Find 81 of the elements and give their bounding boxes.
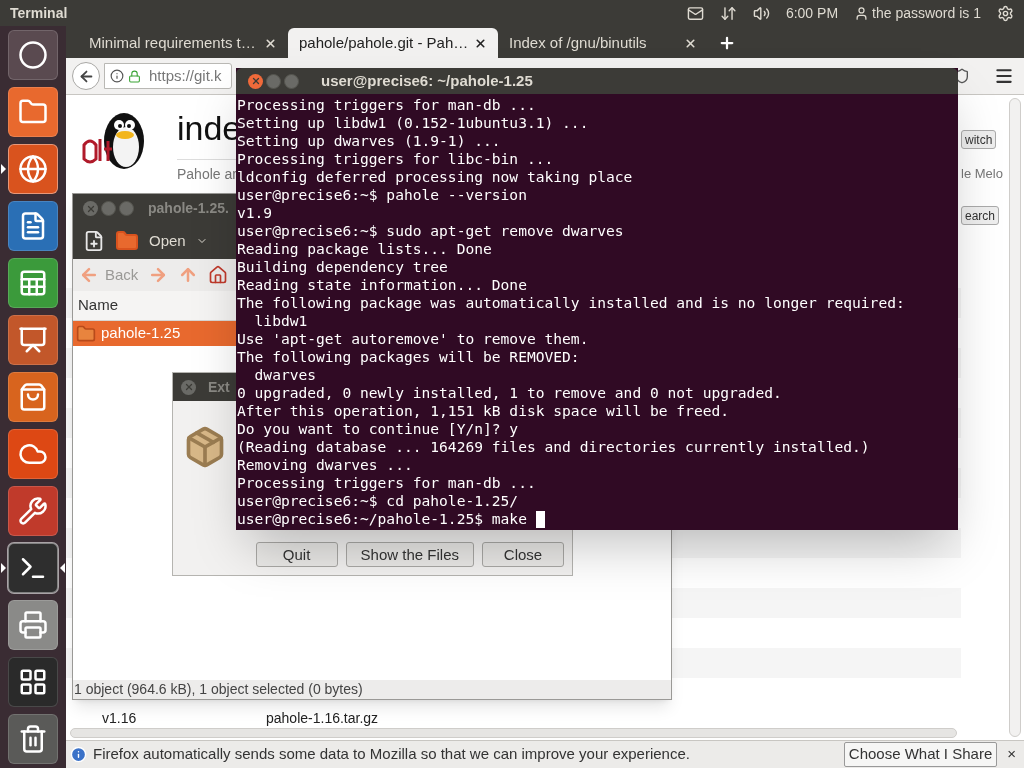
window-title: pahole-1.25.: [148, 199, 229, 218]
terminal-line: dwarves: [253, 366, 317, 384]
terminal-line: The following package was automatically installed and is no longer required:: [237, 294, 905, 312]
info-icon[interactable]: [110, 69, 124, 83]
dialog-button[interactable]: Show the Files: [345, 542, 474, 567]
mail-icon[interactable]: [686, 4, 704, 22]
workspaces-icon[interactable]: [8, 657, 58, 707]
terminal-icon[interactable]: [8, 543, 58, 593]
window-title: user@precise6: ~/pahole-1.25: [321, 70, 533, 91]
close-icon: [250, 76, 261, 86]
browser-tab[interactable]: pahole/pahole.git - Pah…: [288, 28, 498, 58]
circle-logo-icon[interactable]: [8, 30, 58, 80]
presentation-icon[interactable]: [8, 315, 58, 365]
terminal-line: The following packages will be REMOVED:: [237, 348, 580, 366]
close-icon: [85, 203, 96, 214]
volume-icon[interactable]: [752, 4, 770, 22]
user-icon: [854, 5, 870, 21]
dialog-button[interactable]: Quit: [255, 542, 338, 567]
terminal-line: Processing triggers for man-db ...: [237, 474, 536, 492]
terminal-line: Reading state information... Done: [237, 276, 527, 294]
terminal-line: (Reading database ... 164269 files and directories currently installed.): [237, 438, 870, 456]
terminal-line: user@precise6:~$ pahole --version: [237, 186, 527, 204]
close-button[interactable]: ×: [1003, 743, 1020, 766]
window-title: Ext: [208, 377, 230, 397]
search-button[interactable]: earch: [961, 205, 1000, 225]
table-cell-text: v1.16: [102, 708, 138, 728]
folder-icon[interactable]: [8, 87, 58, 137]
close-button[interactable]: [248, 73, 263, 89]
terminal-line: user@precise6:~$ sudo apt-get remove dwarves: [237, 222, 624, 240]
terminal-line: Reading package lists... Done: [237, 240, 492, 258]
terminal-line: Use 'apt-get autoremove' to remove them.: [237, 330, 589, 348]
wrench-icon[interactable]: [8, 486, 58, 536]
notification-text: Firefox automatically sends some data to Mozilla so that we can improve your experience.: [93, 744, 690, 765]
terminal-line: libdw1: [253, 312, 308, 330]
terminal-line: 0 upgraded, 0 newly installed, 1 to remove and 0 not upgraded.: [237, 384, 782, 402]
close-tab-icon[interactable]: [684, 36, 697, 50]
printer-icon[interactable]: [8, 600, 58, 650]
switch-button[interactable]: witch: [961, 130, 997, 149]
shopping-bag-icon[interactable]: [8, 372, 58, 422]
status-bar: 1 object (964.6 kB), 1 object selected (0 bytes): [73, 680, 671, 699]
terminal-line: Building dependency tree: [237, 258, 448, 276]
column-header[interactable]: Name: [73, 291, 236, 321]
new-file-icon[interactable]: [83, 230, 105, 252]
url-field[interactable]: https://git.k: [104, 63, 232, 89]
terminal-line: user@precise6:~$ cd pahole-1.25/: [237, 492, 519, 510]
settings-icon[interactable]: [997, 4, 1014, 22]
table-cell-text: pahole-1.16.tar.gz: [266, 708, 379, 728]
folder-icon: [76, 323, 96, 344]
back-button[interactable]: [72, 62, 100, 90]
author-text: le Melo: [961, 165, 1003, 183]
new-tab-icon[interactable]: [718, 34, 736, 52]
dialog-button[interactable]: Close: [482, 542, 564, 567]
terminal-line: Removing dwarves ...: [237, 456, 413, 474]
lock-icon: [128, 69, 141, 83]
terminal-line: user@precise6:~/pahole-1.25$ make: [237, 510, 527, 528]
close-icon: [183, 382, 194, 392]
terminal-line: v1.9: [237, 204, 273, 222]
terminal-line: Setting up dwarves (1.9-1) ...: [237, 132, 501, 150]
close-tab-icon[interactable]: [474, 36, 487, 50]
trash-icon[interactable]: [8, 714, 58, 764]
spreadsheet-icon[interactable]: [8, 258, 58, 308]
folder-icon[interactable]: [115, 229, 139, 253]
info-icon: [70, 746, 87, 763]
app-title: Terminal: [10, 3, 68, 23]
globe-icon[interactable]: [8, 144, 58, 194]
cloud-icon[interactable]: [8, 429, 58, 479]
user-menu[interactable]: the password is 1: [854, 2, 981, 24]
menu-icon[interactable]: [994, 66, 1014, 86]
document-icon[interactable]: [8, 201, 58, 251]
close-tab-icon[interactable]: [264, 36, 277, 50]
open-button[interactable]: Open: [149, 229, 208, 253]
terminal-line: Do you want to continue [Y/n]? y: [237, 420, 519, 438]
network-icon[interactable]: [719, 4, 737, 22]
browser-tab[interactable]: Minimal requirements t…: [78, 28, 288, 58]
terminal-line: After this operation, 1,151 kB disk space will be freed.: [237, 402, 730, 420]
home-icon[interactable]: [208, 265, 229, 285]
browser-tab[interactable]: Index of /gnu/binutils: [498, 28, 708, 58]
clock[interactable]: 6:00 PM: [785, 2, 839, 24]
choose-what-i-share-button[interactable]: Choose What I Share: [843, 742, 998, 767]
back-arrow-icon: [79, 265, 99, 285]
terminal-line: Processing triggers for man-db ...: [237, 96, 536, 114]
